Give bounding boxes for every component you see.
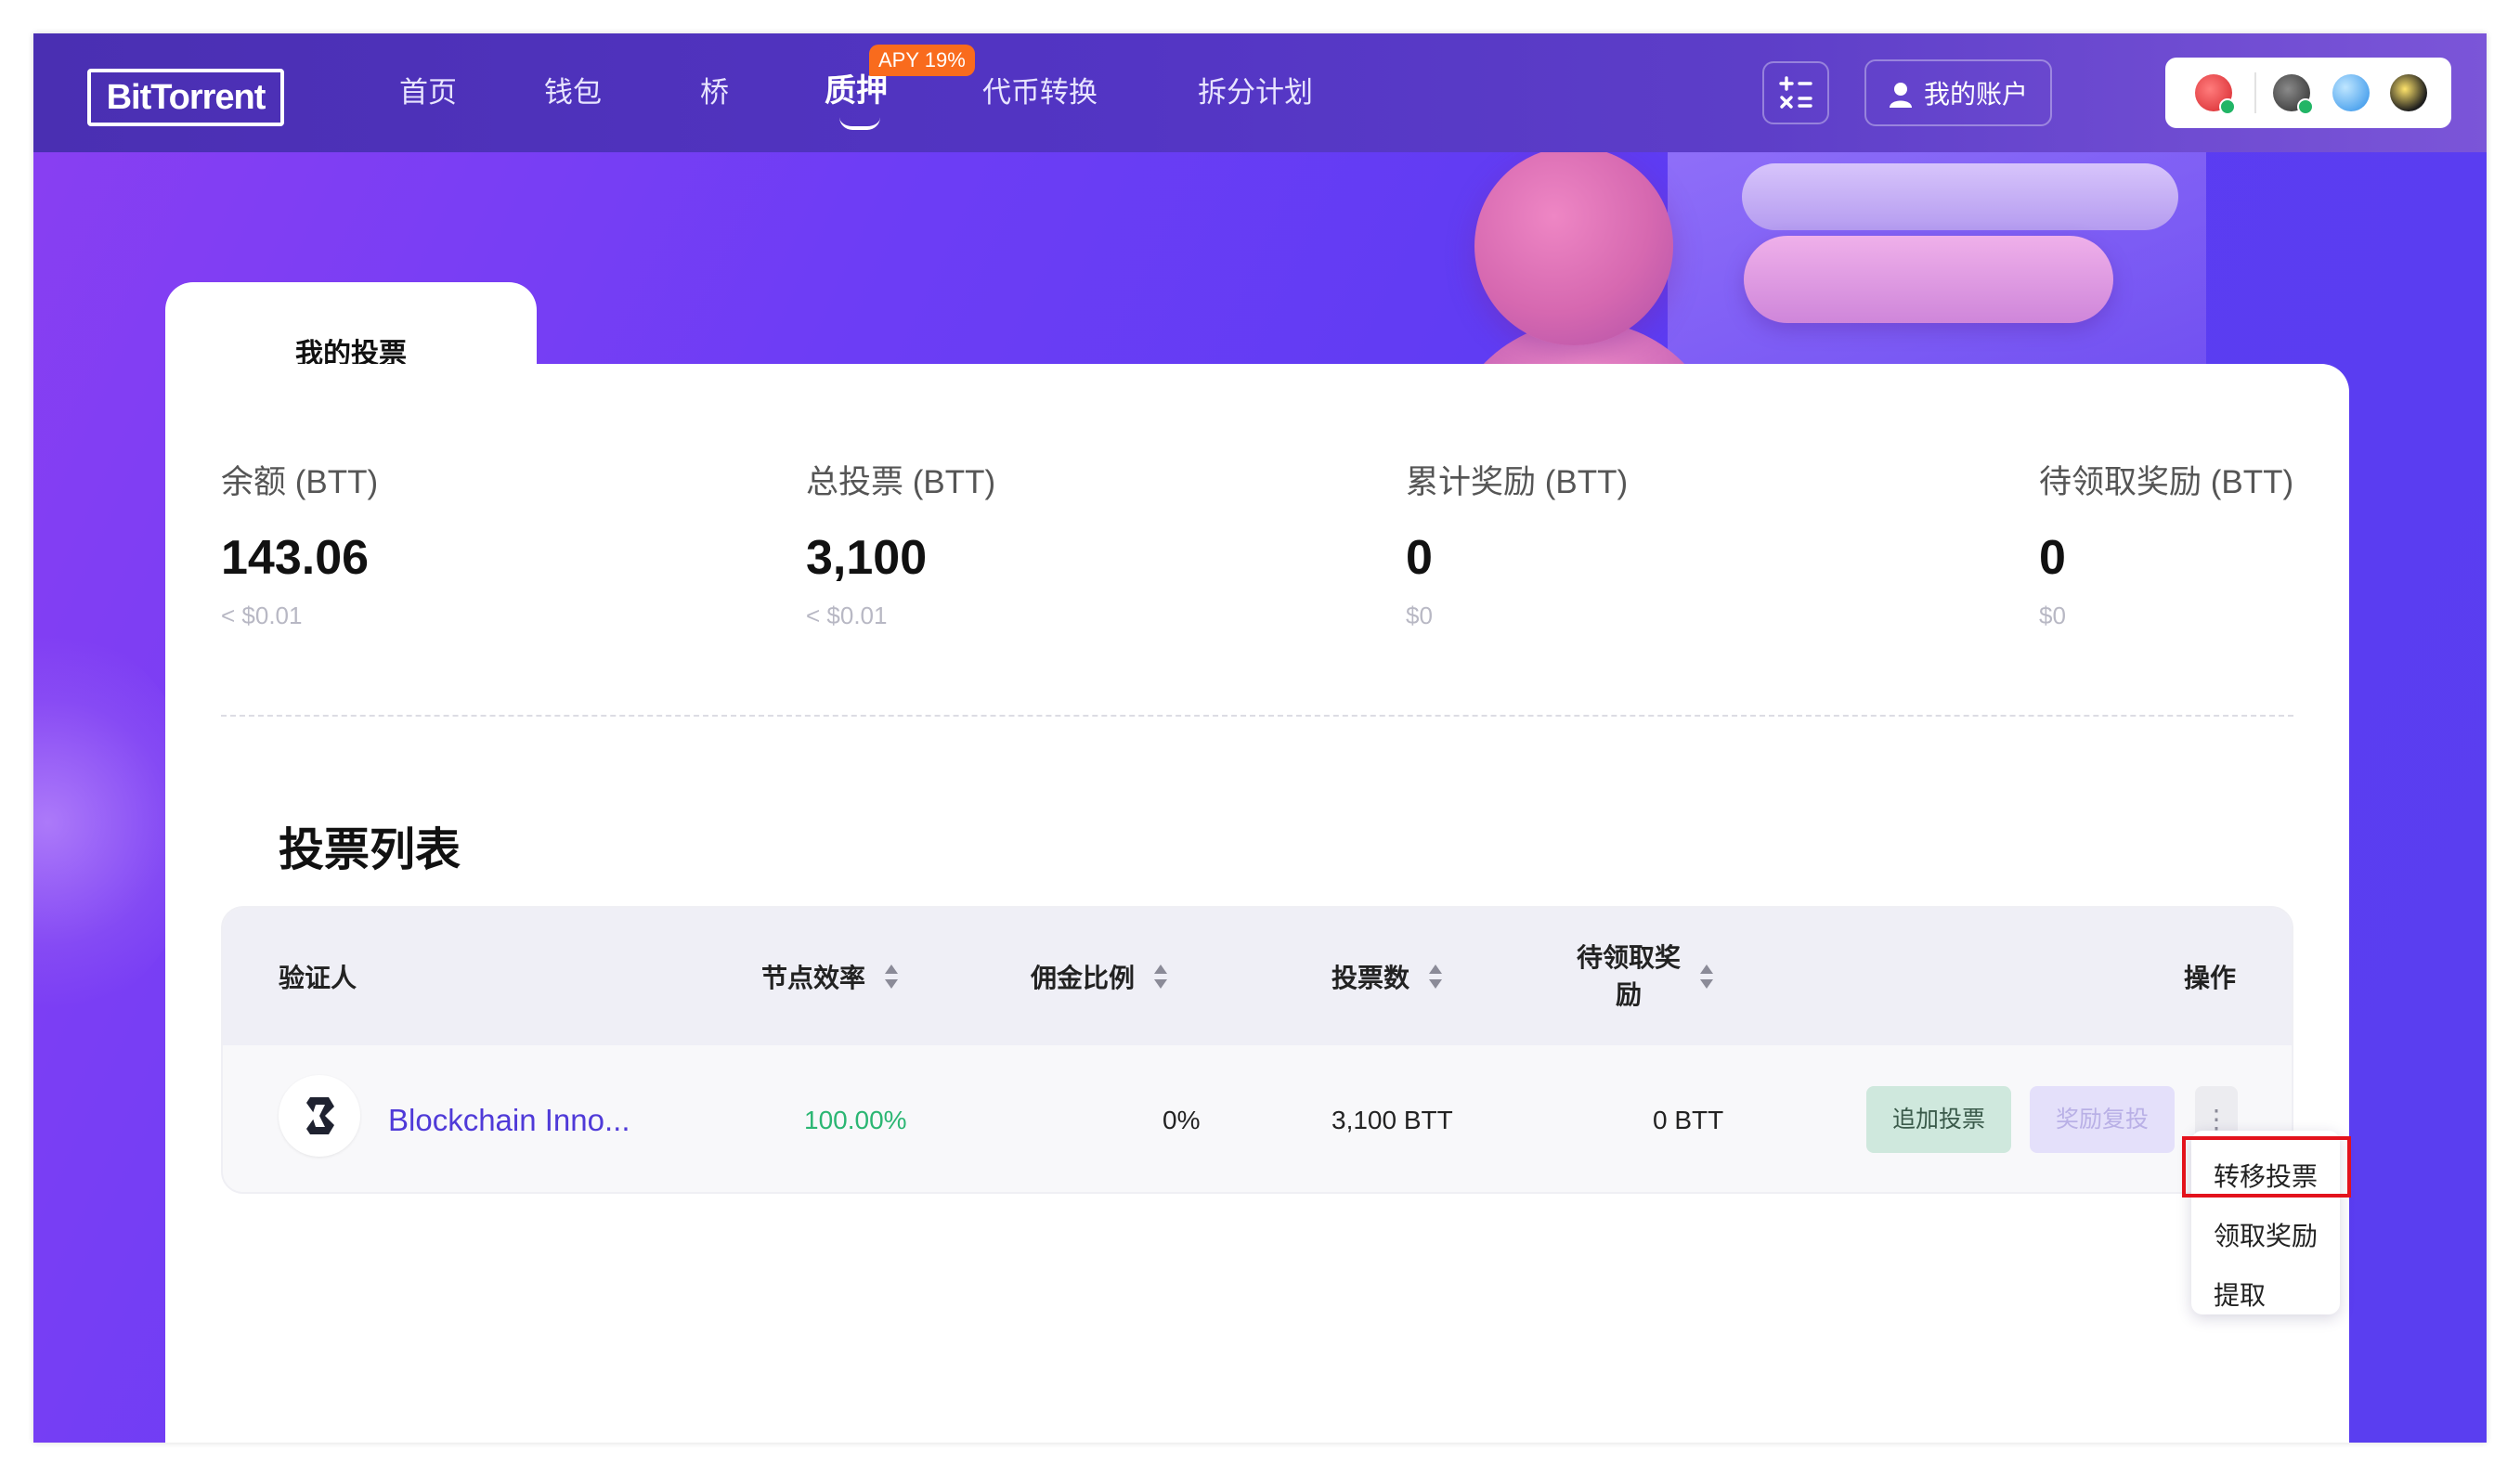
gold-coin-icon[interactable]: [2390, 74, 2427, 111]
nav-home[interactable]: 首页: [399, 72, 457, 113]
nav-staking[interactable]: 质押: [825, 71, 888, 111]
app-window: BitTorrent 首页 钱包 桥 质押 APY 19% 代币转换 拆分计划: [33, 33, 2487, 1443]
validator-name-link[interactable]: Blockchain Inno...: [388, 1045, 630, 1192]
column-actions: 操作: [2184, 908, 2236, 1045]
stat-label: 余额 (BTT): [221, 464, 379, 500]
person-icon: [1890, 83, 1912, 108]
validator-logo: [279, 1075, 360, 1157]
stat-usd-value: $0: [2039, 602, 2066, 629]
table-row: Blockchain Inno... 100.00% 0% 3,100 BTT …: [223, 1045, 2292, 1192]
bittorrent-logo[interactable]: BitTorrent: [87, 69, 284, 126]
stat-value: 143.06: [221, 531, 370, 585]
vote-list-title: 投票列表: [279, 825, 461, 875]
column-commission[interactable]: 佣金比例: [1031, 908, 1168, 1045]
nav-bridge[interactable]: 桥: [700, 72, 729, 113]
table-header: 验证人 节点效率 佣金比例 投票数 待领取奖 励 操作: [223, 908, 2292, 1045]
vote-list-table: 验证人 节点效率 佣金比例 投票数 待领取奖 励 操作 Blockchain I…: [221, 906, 2293, 1194]
add-vote-button[interactable]: 追加投票: [1866, 1086, 2011, 1153]
column-label: 投票数: [1331, 964, 1410, 992]
divider: [2254, 72, 2256, 113]
sort-icon[interactable]: [1153, 963, 1168, 990]
column-label-line: 励: [1616, 980, 1643, 1009]
column-validator: 验证人: [279, 908, 357, 1045]
nav-token-swap[interactable]: 代币转换: [982, 72, 1098, 113]
column-label: 节点效率: [761, 964, 866, 992]
column-votes[interactable]: 投票数: [1331, 908, 1443, 1045]
check-icon: [2219, 98, 2236, 115]
stat-balance: 余额 (BTT) 143.06 < $0.01: [221, 462, 378, 631]
stat-usd-value: $0: [1406, 602, 1433, 629]
column-label: 操作: [2184, 964, 2237, 992]
stat-value: 0: [2039, 531, 2066, 585]
menu-item-claim-rewards[interactable]: 领取奖励: [2214, 1218, 2318, 1255]
highlight-box: [2182, 1136, 2351, 1198]
stat-usd-value: < $0.01: [806, 602, 888, 629]
wallet-selector[interactable]: [2165, 58, 2451, 128]
top-navigation-bar: BitTorrent 首页 钱包 桥 质押 APY 19% 代币转换 拆分计划: [33, 33, 2487, 152]
decorative-pill: [1742, 163, 2178, 230]
efficiency-value: 100.00%: [804, 1106, 907, 1134]
votes-value: 3,100 BTT: [1331, 1106, 1453, 1134]
column-label: 佣金比例: [1031, 964, 1136, 992]
sort-icon[interactable]: [1428, 963, 1443, 990]
stat-label: 总投票 (BTT): [806, 464, 996, 500]
stat-accumulated-rewards: 累计奖励 (BTT) 0 $0: [1406, 462, 1628, 631]
menu-item-withdraw[interactable]: 提取: [2214, 1277, 2266, 1314]
divider: [221, 715, 2293, 717]
nav-active-indicator: [839, 117, 880, 130]
column-pending-rewards[interactable]: 待领取奖 励: [1577, 908, 1714, 1045]
stat-value: 3,100: [806, 531, 928, 585]
column-label: 验证人: [279, 964, 357, 992]
calculator-button[interactable]: [1762, 61, 1829, 124]
pending-rewards-value: 0 BTT: [1653, 1106, 1724, 1134]
column-efficiency[interactable]: 节点效率: [761, 908, 899, 1045]
stat-usd-value: < $0.01: [221, 602, 303, 629]
reinvest-rewards-button[interactable]: 奖励复投: [2030, 1086, 2175, 1153]
stat-total-votes: 总投票 (BTT) 3,100 < $0.01: [806, 462, 995, 631]
stat-value: 0: [1406, 531, 1433, 585]
stat-label: 累计奖励 (BTT): [1406, 464, 1629, 500]
check-icon: [2297, 98, 2314, 115]
nav-redenomination[interactable]: 拆分计划: [1198, 72, 1313, 113]
decorative-pill: [1744, 236, 2113, 323]
my-account-label: 我的账户: [1924, 80, 2029, 109]
nav-wallet[interactable]: 钱包: [544, 72, 602, 113]
blue-crystal-icon[interactable]: [2332, 74, 2370, 111]
column-label-line: 待领取奖: [1577, 943, 1682, 972]
votes-card: 余额 (BTT) 143.06 < $0.01 总投票 (BTT) 3,100 …: [165, 364, 2349, 1443]
stat-label: 待领取奖励 (BTT): [2039, 464, 2294, 500]
stat-pending-rewards: 待领取奖励 (BTT) 0 $0: [2039, 462, 2293, 631]
apy-badge: APY 19%: [869, 45, 975, 76]
decorative-figure-head: [1474, 147, 1673, 345]
sort-icon[interactable]: [884, 963, 899, 990]
dark-coin-icon[interactable]: [2273, 74, 2314, 115]
column-label: 待领取奖 励: [1577, 939, 1681, 1014]
my-account-button[interactable]: 我的账户: [1864, 59, 2052, 126]
calculator-icon: [1779, 76, 1812, 109]
validator-logo-icon: [306, 1097, 334, 1134]
red-coin-icon[interactable]: [2195, 74, 2236, 115]
commission-value: 0%: [1163, 1106, 1201, 1134]
sort-icon[interactable]: [1699, 963, 1714, 990]
